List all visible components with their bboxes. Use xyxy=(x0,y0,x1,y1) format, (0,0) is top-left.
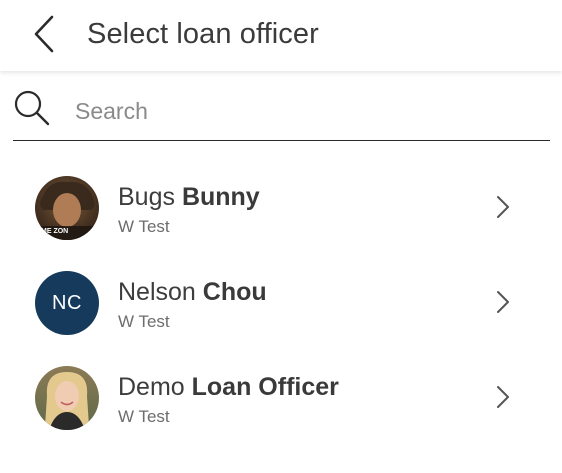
chevron-right-icon xyxy=(497,386,509,408)
list-item-nelson-chou[interactable]: NC Nelson Chou W Test xyxy=(0,255,562,349)
list-item-bugs-bunny[interactable]: ME ZON Bugs Bunny W Test xyxy=(0,160,562,254)
search-icon xyxy=(14,90,50,126)
back-button[interactable] xyxy=(22,10,66,58)
officer-name: Nelson Chou xyxy=(118,276,267,308)
officer-last-name: Chou xyxy=(202,278,267,306)
avatar-initials: NC xyxy=(52,291,82,314)
page-title: Select loan officer xyxy=(87,18,319,50)
select-loan-officer-screen: Select loan officer Search ME ZON Bugs B… xyxy=(0,0,562,473)
officer-last-name: Bunny xyxy=(181,183,260,211)
officer-subtitle: W Test xyxy=(118,407,170,426)
avatar xyxy=(35,366,99,430)
chevron-right-icon xyxy=(497,196,509,218)
officer-subtitle: W Test xyxy=(118,217,170,236)
officer-first-name: Demo xyxy=(118,373,185,401)
search-bar xyxy=(13,83,550,141)
officer-name: Bugs Bunny xyxy=(118,181,260,213)
avatar-photo xyxy=(35,366,99,430)
avatar-caption: ME ZON xyxy=(41,228,69,235)
top-app-bar: Select loan officer xyxy=(0,0,562,71)
officer-last-name: Loan Officer xyxy=(191,373,339,401)
chevron-left-icon xyxy=(34,15,54,53)
officer-name: Demo Loan Officer xyxy=(118,371,339,403)
officer-subtitle: W Test xyxy=(118,312,170,331)
search-input[interactable] xyxy=(75,93,535,129)
avatar: ME ZON xyxy=(35,176,99,240)
chevron-right-icon xyxy=(497,291,509,313)
officer-first-name: Bugs xyxy=(118,183,175,211)
avatar: NC xyxy=(35,271,99,335)
officer-first-name: Nelson xyxy=(118,278,196,306)
list-item-demo-loan-officer[interactable]: Demo Loan Officer W Test xyxy=(0,350,562,444)
